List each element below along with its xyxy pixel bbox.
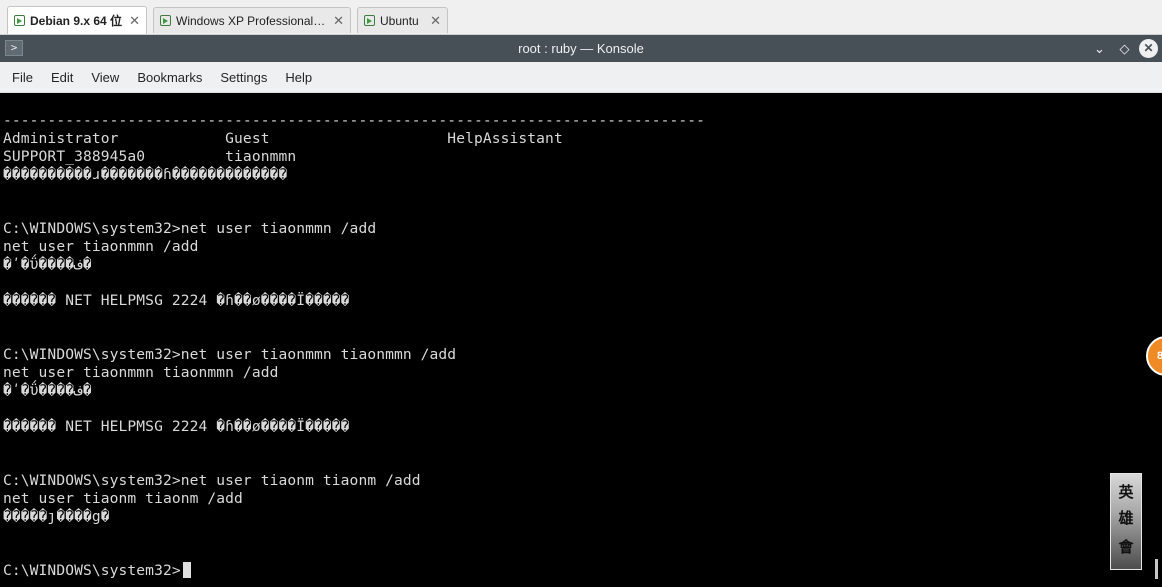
vm-tab-windows-xp[interactable]: Windows XP Professional No P… ✕ bbox=[153, 7, 351, 33]
maximize-icon[interactable]: ◇ bbox=[1115, 39, 1134, 58]
terminal-line: C:\WINDOWS\system32>net user tiaonmmn ti… bbox=[3, 346, 457, 363]
terminal-line: �ʹ�ΰ����ف� bbox=[3, 382, 92, 399]
menu-bar: File Edit View Bookmarks Settings Help bbox=[0, 62, 1162, 93]
text-cursor bbox=[182, 562, 191, 578]
terminal-line: net user tiaonmmn /add bbox=[3, 238, 199, 255]
close-icon[interactable]: ✕ bbox=[129, 13, 140, 29]
window-titlebar[interactable]: > root : ruby — Konsole ⌄ ◇ ✕ bbox=[0, 35, 1162, 62]
terminal-output[interactable]: ----------------------------------------… bbox=[0, 93, 1162, 587]
terminal-line: Administrator Guest HelpAssistant bbox=[3, 130, 563, 147]
terminal-prompt: C:\WINDOWS\system32> bbox=[3, 562, 181, 579]
vm-tab-label: Debian 9.x 64 位 bbox=[30, 14, 123, 28]
terminal-line: C:\WINDOWS\system32>net user tiaonmmn /a… bbox=[3, 220, 377, 237]
menu-settings[interactable]: Settings bbox=[212, 62, 275, 93]
terminal-line: net user tiaonm tiaonm /add bbox=[3, 490, 243, 507]
terminal-line: SUPPORT_388945a0 tiaonmmn bbox=[3, 148, 297, 165]
ink-character: 雄 bbox=[1118, 509, 1134, 527]
close-icon[interactable]: ✕ bbox=[333, 13, 344, 29]
vm-tab-label: Windows XP Professional No P… bbox=[176, 13, 327, 28]
close-icon[interactable]: ✕ bbox=[1139, 39, 1158, 58]
terminal-line: ������ NET HELPMSG 2224 �ɦ��ø����Ï����� bbox=[3, 292, 350, 309]
vm-tab-debian[interactable]: Debian 9.x 64 位 ✕ bbox=[7, 6, 147, 34]
vm-tab-label: Ubuntu bbox=[380, 13, 419, 28]
menu-bookmarks[interactable]: Bookmarks bbox=[129, 62, 210, 93]
menu-edit[interactable]: Edit bbox=[43, 62, 81, 93]
terminal-line: �����ȷ����g� bbox=[3, 508, 110, 525]
menu-file[interactable]: File bbox=[4, 62, 41, 93]
menu-help[interactable]: Help bbox=[277, 62, 320, 93]
menu-view[interactable]: View bbox=[83, 62, 127, 93]
vm-icon bbox=[14, 15, 25, 26]
minimize-icon[interactable]: ⌄ bbox=[1090, 39, 1109, 58]
terminal-line: C:\WINDOWS\system32>net user tiaonm tiao… bbox=[3, 472, 421, 489]
vm-icon bbox=[160, 15, 171, 26]
terminal-line: ----------------------------------------… bbox=[3, 112, 706, 129]
ink-character: 會 bbox=[1118, 538, 1134, 556]
terminal-prompt-line[interactable]: C:\WINDOWS\system32> bbox=[3, 562, 191, 580]
terminal-line: net user tiaonmmn tiaonmmn /add bbox=[3, 364, 279, 381]
vm-tab-ubuntu[interactable]: Ubuntu ✕ bbox=[357, 7, 448, 33]
close-icon[interactable]: ✕ bbox=[430, 13, 441, 29]
terminal-line: �ʹ�ΰ����ف� bbox=[3, 256, 92, 273]
scrollbar-thumb[interactable] bbox=[1155, 559, 1158, 579]
terminal-line: ����������ɹ�������ɦ������������� bbox=[3, 166, 288, 183]
ink-character: 英 bbox=[1118, 483, 1134, 501]
vm-tab-strip: Debian 9.x 64 位 ✕ Windows XP Professiona… bbox=[0, 0, 1162, 35]
vm-icon bbox=[364, 15, 375, 26]
terminal-line: ������ NET HELPMSG 2224 �ɦ��ø����Ï����� bbox=[3, 418, 350, 435]
ink-painting-widget[interactable]: 英 雄 會 bbox=[1110, 473, 1142, 570]
window-title: root : ruby — Konsole bbox=[518, 41, 644, 56]
